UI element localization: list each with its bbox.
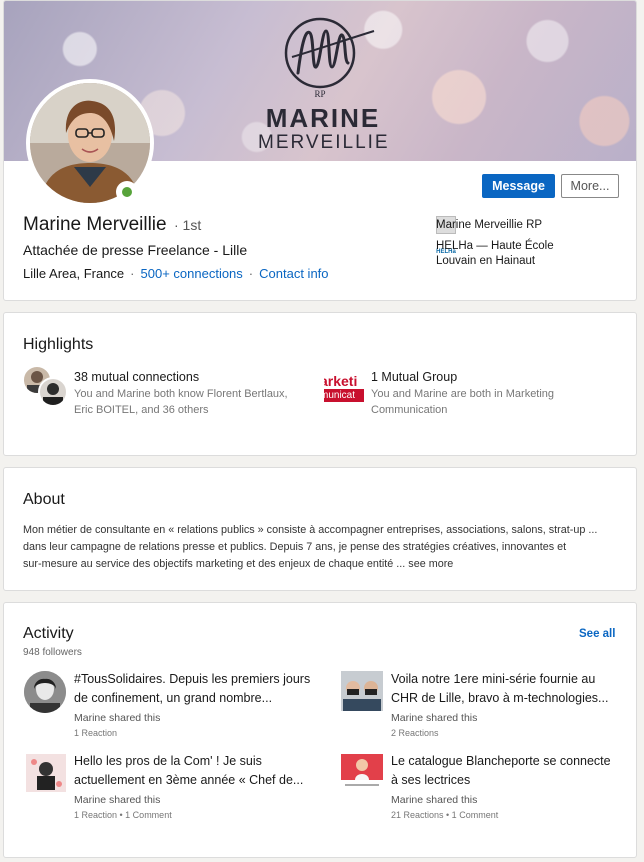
school-name-line1: HELHa — Haute École bbox=[436, 240, 554, 252]
post-2-stats[interactable]: 2 Reactions bbox=[391, 728, 439, 738]
profile-headline: Attachée de presse Freelance - Lille bbox=[23, 242, 248, 258]
highlights-title: Highlights bbox=[23, 336, 94, 353]
post-4-stats[interactable]: 21 Reactions • 1 Comment bbox=[391, 810, 498, 820]
post-4-shared-by: Marine shared this bbox=[391, 794, 478, 806]
post-3-shared-by: Marine shared this bbox=[74, 794, 161, 806]
about-section: About Mon métier de consultante en « rel… bbox=[3, 467, 637, 591]
online-status-icon bbox=[116, 181, 138, 203]
group-logo-bottom-text: municat bbox=[324, 389, 364, 402]
location-row: Lille Area, France · 500+ connections · Cont… bbox=[23, 266, 329, 281]
school-link[interactable]: HELHa — Haute École Louvain en Hainaut bbox=[436, 239, 554, 269]
brand-wordmark: MARINE MERVEILLIE bbox=[258, 105, 388, 152]
mutual-group-link[interactable]: 1 Mutual Group bbox=[371, 370, 457, 384]
connection-degree: · 1st bbox=[174, 217, 202, 233]
brand-logo-icon: RP bbox=[284, 17, 375, 99]
about-text: Mon métier de consultante en « relations… bbox=[23, 524, 598, 570]
brand-wordmark-top: MARINE bbox=[265, 103, 381, 133]
see-all-link[interactable]: See all bbox=[579, 628, 615, 640]
current-company-link[interactable]: Marine Merveillie RP bbox=[436, 218, 542, 233]
group-logo-top-text: arketi bbox=[324, 373, 364, 389]
activity-title: Activity bbox=[23, 625, 74, 642]
about-title: About bbox=[23, 491, 65, 508]
profile-location: Lille Area, France bbox=[23, 266, 125, 281]
connections-link[interactable]: 500+ connections bbox=[141, 266, 243, 281]
profile-top-card: RP MARINE MERVEILLIE Message More... Mar… bbox=[3, 0, 637, 301]
post-1-stats[interactable]: 1 Reaction bbox=[74, 728, 117, 738]
post-3-title[interactable]: Hello les pros de la Com' ! Je suis actue… bbox=[74, 752, 303, 790]
post-2-thumbnail[interactable] bbox=[341, 671, 383, 711]
mutual-connections-description: You and Marine both know Florent Bertlau… bbox=[74, 388, 288, 416]
message-button[interactable]: Message bbox=[482, 174, 555, 198]
see-more-link[interactable]: see more bbox=[408, 558, 453, 570]
school-name-line2: Louvain en Hainaut bbox=[436, 255, 536, 267]
mutual-connection-avatar-2[interactable] bbox=[38, 377, 68, 407]
post-3-thumbnail[interactable] bbox=[26, 754, 66, 792]
brand-wordmark-bottom: MERVEILLIE bbox=[258, 132, 390, 153]
highlights-section: Highlights 38 mutual connections You and… bbox=[3, 312, 637, 456]
followers-count: 948 followers bbox=[23, 647, 82, 658]
post-1-shared-by: Marine shared this bbox=[74, 712, 161, 724]
activity-section: Activity 948 followers See all #TousSoli… bbox=[3, 602, 637, 858]
post-2-title[interactable]: Voila notre 1ere mini-série fournie au CH… bbox=[391, 670, 608, 708]
mutual-connections-link[interactable]: 38 mutual connections bbox=[74, 370, 199, 384]
post-3-stats[interactable]: 1 Reaction • 1 Comment bbox=[74, 810, 172, 820]
more-button[interactable]: More... bbox=[561, 174, 619, 198]
post-2-shared-by: Marine shared this bbox=[391, 712, 478, 724]
post-4-title[interactable]: Le catalogue Blancheporte se connecte à s… bbox=[391, 752, 611, 790]
mutual-group-description: You and Marine are both in Marketing Comm… bbox=[371, 388, 555, 416]
profile-name: Marine Merveillie bbox=[23, 214, 167, 235]
svg-text:RP: RP bbox=[314, 89, 325, 99]
group-logo[interactable]: arketi municat bbox=[324, 373, 364, 405]
post-1-thumbnail[interactable] bbox=[24, 671, 66, 713]
post-1-title[interactable]: #TousSolidaires. Depuis les premiers jou… bbox=[74, 670, 310, 708]
post-4-thumbnail[interactable] bbox=[341, 754, 383, 792]
contact-info-link[interactable]: Contact info bbox=[259, 266, 328, 281]
